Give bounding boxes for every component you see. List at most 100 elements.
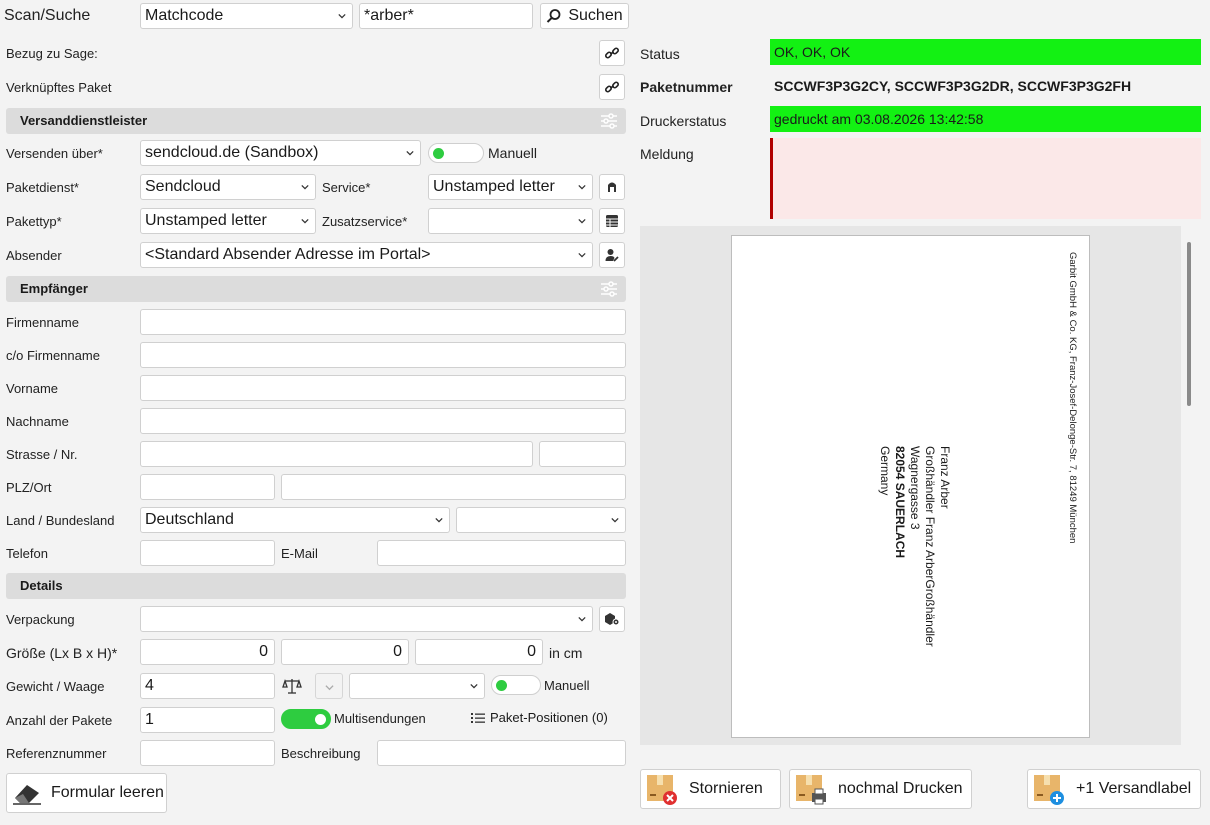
firmenname-input[interactable] [140, 309, 626, 335]
gewicht-input[interactable]: 4 [140, 673, 275, 699]
recipient-line: 82054 SAUERLACH [893, 446, 907, 559]
nochmal-drucken-button[interactable]: nochmal Drucken [789, 769, 972, 809]
firmenname-label: Firmenname [6, 315, 79, 330]
co-firmenname-input[interactable] [140, 342, 626, 368]
telefon-input[interactable] [140, 540, 275, 566]
chevron-down-icon [301, 184, 309, 190]
manual-weight-toggle[interactable] [491, 675, 541, 695]
gewicht-label: Gewicht / Waage [6, 679, 105, 694]
hausnummer-input[interactable] [539, 441, 626, 467]
email-label: E-Mail [281, 546, 318, 561]
recipient-line: Wagnergasse 3 [908, 446, 922, 530]
list-icon [471, 712, 485, 723]
service-options-button[interactable] [599, 174, 625, 200]
nachname-label: Nachname [6, 414, 69, 429]
zusatzservice-list-button[interactable] [599, 208, 625, 234]
link-icon [604, 81, 620, 93]
chevron-down-icon [435, 517, 443, 523]
clear-form-button[interactable]: Formular leeren [6, 773, 167, 813]
service-select[interactable]: Unstamped letter [428, 174, 593, 200]
nachname-input[interactable] [140, 408, 626, 434]
label-recipient-block: Franz Arber Großhändler Franz ArberGroßh… [877, 446, 952, 647]
waage-select[interactable] [349, 673, 485, 699]
search-button[interactable]: Suchen [540, 3, 629, 29]
package-print-icon [796, 775, 826, 805]
bundesland-select[interactable] [456, 507, 626, 533]
chevron-down-icon [611, 517, 619, 523]
anzahl-input[interactable]: 1 [140, 707, 275, 733]
chevron-down-icon [301, 218, 309, 224]
scan-search-input[interactable]: *arber* [359, 3, 533, 29]
scale-icon [282, 678, 302, 694]
scale-button[interactable] [282, 677, 302, 700]
strasse-input[interactable] [140, 441, 533, 467]
multisendungen-toggle[interactable] [281, 709, 331, 729]
paketnummer-label: Paketnummer [640, 79, 733, 95]
verpackung-select[interactable] [140, 606, 593, 632]
telefon-label: Telefon [6, 546, 48, 561]
referenz-input[interactable] [140, 740, 275, 766]
email-input[interactable] [377, 540, 626, 566]
verpackung-label: Verpackung [6, 612, 75, 627]
manual-weight-label: Manuell [544, 678, 590, 693]
package-link-button[interactable] [599, 74, 625, 100]
laenge-input[interactable]: 0 [140, 639, 275, 665]
absender-label: Absender [6, 248, 62, 263]
zusatzservice-label: Zusatzservice* [322, 214, 408, 229]
hoehe-input[interactable]: 0 [415, 639, 543, 665]
scan-mode-select[interactable]: Matchcode [140, 3, 353, 29]
meldung-textarea[interactable] [770, 138, 1201, 219]
search-icon [547, 9, 561, 23]
paketdienst-select[interactable]: Sendcloud [140, 174, 316, 200]
pakettyp-label: Pakettyp* [6, 214, 62, 229]
manual-carrier-toggle[interactable] [428, 143, 484, 163]
chevron-down-icon [406, 150, 414, 156]
carrier-select[interactable]: sendcloud.de (Sandbox) [140, 140, 421, 166]
scale-select-disabled [315, 673, 343, 699]
chevron-down-icon [578, 184, 586, 190]
absender-select[interactable]: <Standard Absender Adresse im Portal> [140, 242, 593, 268]
toggle-knob [496, 680, 507, 691]
absender-edit-button[interactable] [599, 242, 625, 268]
druckerstatus-value: gedruckt am 03.08.2026 13:42:58 [770, 106, 1201, 132]
sage-link-button[interactable] [599, 40, 625, 66]
section-versanddienstleister: Versanddienstleister [6, 108, 626, 134]
breite-input[interactable]: 0 [281, 639, 409, 665]
groesse-label: Größe (Lx B x H)* [6, 645, 118, 661]
package-settings-icon [605, 613, 620, 626]
beschreibung-input[interactable] [377, 740, 626, 766]
linked-package-label: Verknüpftes Paket [6, 80, 112, 95]
preview-scrollbar[interactable] [1187, 242, 1191, 406]
label-sender-line: Garbit GmbH & Co. KG, Franz-Josef-Delong… [1067, 252, 1078, 544]
recipient-line: Germany [878, 446, 892, 496]
zusatzservice-select[interactable] [428, 208, 593, 234]
section-details: Details [6, 573, 626, 599]
user-edit-icon [605, 249, 619, 262]
add-versandlabel-button[interactable]: +1 Versandlabel [1027, 769, 1201, 809]
label-sheet: Garbit GmbH & Co. KG, Franz-Josef-Delong… [731, 235, 1090, 738]
status-label: Status [640, 46, 680, 62]
vorname-input[interactable] [140, 375, 626, 401]
plz-input[interactable] [140, 474, 275, 500]
label-preview-area: Garbit GmbH & Co. KG, Franz-Josef-Delong… [640, 226, 1181, 745]
ort-input[interactable] [281, 474, 626, 500]
recipient-line: Großhändler Franz ArberGroßhändler [923, 446, 937, 647]
chevron-down-icon [325, 685, 334, 691]
toggle-knob [315, 714, 326, 725]
chevron-down-icon [578, 218, 586, 224]
settings-sliders-icon[interactable] [600, 281, 618, 297]
land-select[interactable]: Deutschland [140, 507, 450, 533]
chevron-down-icon [338, 13, 346, 19]
service-icon [608, 182, 616, 192]
eraser-icon [13, 785, 41, 805]
size-unit-label: in cm [549, 645, 583, 661]
toggle-knob [433, 148, 444, 159]
service-label: Service* [322, 180, 371, 195]
recipient-line: Franz Arber [938, 446, 952, 509]
pakettyp-select[interactable]: Unstamped letter [140, 208, 316, 234]
settings-sliders-icon[interactable] [600, 113, 618, 129]
paket-positionen-button[interactable]: Paket-Positionen (0) [471, 710, 608, 725]
sage-ref-label: Bezug zu Sage: [6, 46, 98, 61]
verpackung-settings-button[interactable] [599, 606, 625, 632]
stornieren-button[interactable]: Stornieren [640, 769, 781, 809]
